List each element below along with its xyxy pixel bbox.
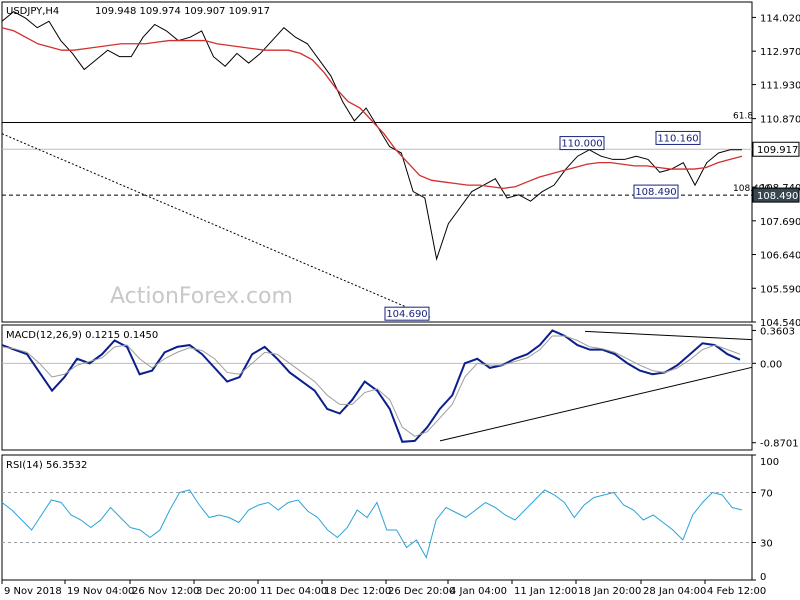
x-tick-6: 26 Dec 20:00	[388, 586, 455, 597]
price-y-tick-0: 114.020	[760, 13, 800, 24]
macd-y-tick-0: 0.3603	[760, 326, 795, 337]
price-panel-frame	[1, 1, 753, 323]
price-y-tick-4: 109.917	[757, 145, 798, 156]
chart-canvas: ActionForex.com USDJPY,H4 109.948 109.97…	[1, 1, 800, 597]
annotation-label-1: 110.160	[657, 133, 698, 144]
macd-panel-frame	[1, 324, 753, 451]
price-level-label-0: 61.8	[733, 111, 753, 121]
x-tick-1: 19 Nov 04:00	[67, 586, 134, 597]
x-tick-11: 4 Feb 12:00	[707, 586, 766, 597]
macd-y-tick-2: -0.8701	[760, 439, 799, 450]
rsi-panel-frame	[1, 454, 753, 581]
price-y-tick-7: 107.690	[760, 217, 800, 228]
annotation-label-2: 108.490	[635, 187, 676, 198]
price-y-axis: 114.020112.970111.930110.870109.917108.7…	[752, 13, 800, 329]
price-y-tick-8: 106.640	[760, 251, 800, 262]
x-tick-0: 9 Nov 2018	[4, 586, 62, 597]
annotation-label-3: 104.690	[386, 309, 427, 320]
rsi-panel-title: RSI(14) 56.3532	[6, 460, 87, 471]
macd-y-tick-1: 0.00	[760, 359, 782, 370]
rsi-y-tick-0: 100	[760, 457, 779, 468]
x-tick-7: 4 Jan 04:00	[450, 586, 507, 597]
x-tick-4: 11 Dec 04:00	[260, 586, 327, 597]
rsi-y-tick-3: 0	[760, 572, 766, 583]
x-tick-10: 28 Jan 04:00	[643, 586, 706, 597]
rsi-y-tick-1: 70	[760, 489, 773, 500]
watermark: ActionForex.com	[110, 284, 293, 309]
x-tick-8: 11 Jan 12:00	[514, 586, 577, 597]
x-tick-5: 18 Dec 12:00	[324, 586, 391, 597]
price-y-tick-3: 110.870	[760, 115, 800, 126]
x-tick-9: 18 Jan 20:00	[578, 586, 641, 597]
price-y-tick-1: 112.970	[760, 47, 800, 58]
price-panel-ohlc: 109.948 109.974 109.907 109.917	[95, 6, 270, 17]
price-y-tick-9: 105.590	[760, 284, 800, 295]
price-y-tick-2: 111.930	[760, 81, 800, 92]
x-tick-3: 3 Dec 20:00	[196, 586, 257, 597]
macd-y-axis: 0.3603 0.00 -0.8701	[752, 326, 799, 450]
rsi-y-axis: 100 70 30 0	[752, 454, 779, 583]
macd-panel-title: MACD(12,26,9) 0.1215 0.1450	[6, 330, 158, 341]
x-tick-2: 26 Nov 12:00	[132, 586, 199, 597]
rsi-y-tick-2: 30	[760, 539, 773, 550]
x-axis: 9 Nov 2018 19 Nov 04:0026 Nov 12:003 Dec …	[1, 580, 766, 597]
annotation-label-0: 110.000	[561, 139, 602, 150]
price-y-tick-6: 108.490	[757, 191, 798, 202]
